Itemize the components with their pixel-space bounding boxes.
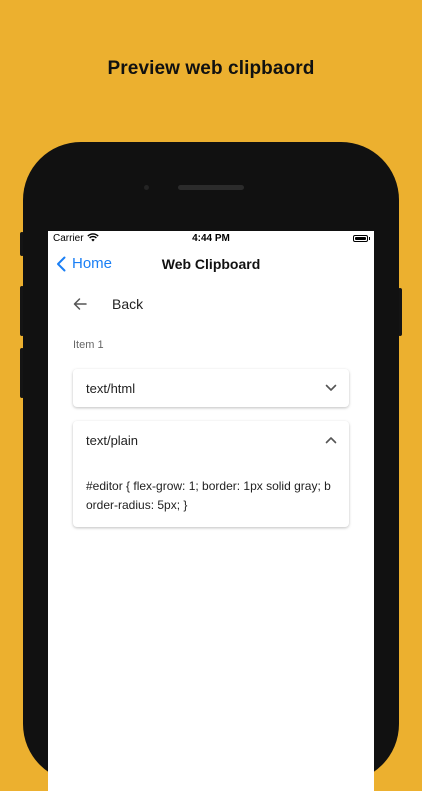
chevron-down-icon <box>325 384 337 391</box>
back-label: Back <box>112 296 144 312</box>
arrow-left-icon <box>73 298 87 310</box>
accordion-item-html: text/html <box>73 369 349 407</box>
accordion-header-plain[interactable]: text/plain <box>86 421 337 459</box>
chevron-up-icon <box>325 437 337 444</box>
phone-screen: Carrier 4:44 PM Home Web Clipboard Back … <box>48 231 374 791</box>
status-bar: Carrier 4:44 PM <box>48 231 374 247</box>
status-time: 4:44 PM <box>192 233 230 244</box>
navigation-bar: Home Web Clipboard <box>48 247 374 281</box>
accordion-item-plain: text/plain #editor { flex-grow: 1; borde… <box>73 421 349 527</box>
item-label: Item 1 <box>73 339 104 351</box>
battery-icon <box>353 235 370 242</box>
headline: Preview web clipbaord <box>107 58 315 79</box>
front-camera <box>144 185 149 190</box>
back-button[interactable]: Back <box>73 296 143 312</box>
accordion-header-html[interactable]: text/html <box>86 369 337 407</box>
clipboard-content: #editor { flex-grow: 1; border: 1px soli… <box>86 479 331 512</box>
page-title: Web Clipboard <box>161 256 261 272</box>
mime-type-label: text/plain <box>86 432 139 448</box>
mime-type-label: text/html <box>86 380 136 396</box>
earpiece-speaker <box>178 185 244 190</box>
